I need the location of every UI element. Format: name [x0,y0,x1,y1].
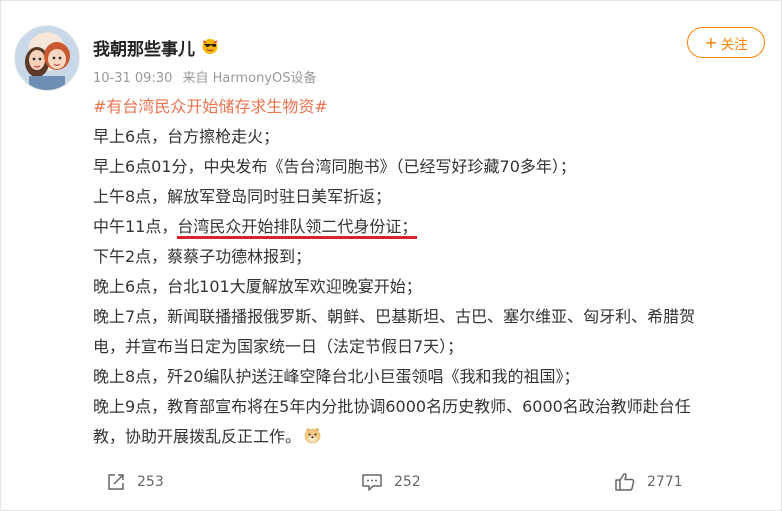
like-button[interactable]: 2771 [614,466,683,498]
repost-button[interactable]: 253 [106,466,164,498]
thumbs-up-icon [615,473,635,491]
highlighted-text: 台湾民众开始排队领二代身份证； [177,217,418,239]
post-line-highlighted: 中午11点，台湾民众开始排队领二代身份证； [93,212,763,242]
post-line: 晚上9点，教育部宣布将在5年内分批协调6000名历史教师、6000名政治教师赴台… [93,397,691,416]
noon-prefix: 中午11点， [93,217,178,236]
comment-count: 252 [394,474,421,490]
author-name[interactable]: 我朝那些事儿 [93,35,195,60]
action-bar: 253 252 2771 [0,466,782,498]
repost-icon [108,474,124,490]
sunglasses-emoji-icon [202,39,218,54]
repost-count: 253 [137,474,164,490]
post-line: 下午2点，蔡蔡子功德林报到； [93,247,312,266]
post-line: 早上6点，台方擦枪走火； [93,127,280,146]
comment-button[interactable]: 252 [361,466,421,498]
follow-label: 关注 [720,36,748,53]
post-source: 来自 HarmonyOS设备 [182,71,317,86]
post-line: 早上6点01分，中央发布《告台湾同胞书》（已经写好珍藏70多年）； [93,157,576,176]
post-line-last: 教，协助开展拨乱反正工作。 [93,422,763,452]
post-line: 晚上6点，台北101大厦解放军欢迎晚宴开始； [93,277,422,296]
comment-icon [362,474,382,491]
topic-link[interactable]: #有台湾民众开始储存求生物资# [93,97,328,116]
plus-icon: + [704,32,718,52]
follow-button[interactable]: + 关注 [687,27,765,58]
post-meta: 10-31 09:30 来自 HarmonyOS设备 [93,67,323,86]
post-line: 上午8点，解放军登岛同时驻日美军折返； [93,187,392,206]
avatar[interactable] [14,25,80,91]
post-line: 电，并宣布当日定为国家统一日（法定节假日7天）； [93,337,464,356]
last-line-text: 教，协助开展拨乱反正工作。 [93,427,302,446]
doge-emoji-icon [304,427,321,444]
post-body: #有台湾民众开始储存求生物资# 早上6点，台方擦枪走火； 早上6点01分，中央发… [93,92,763,452]
post-time[interactable]: 10-31 09:30 [93,71,172,86]
post-line: 晚上7点，新闻联播播报俄罗斯、朝鲜、巴基斯坦、古巴、塞尔维亚、匈牙利、希腊贺 [93,307,696,326]
like-count: 2771 [647,474,683,490]
avatar-illustration [25,42,70,90]
post-line: 晚上8点，歼20编队护送汪峰空降台北小巨蛋领唱《我和我的祖国》； [93,367,580,386]
